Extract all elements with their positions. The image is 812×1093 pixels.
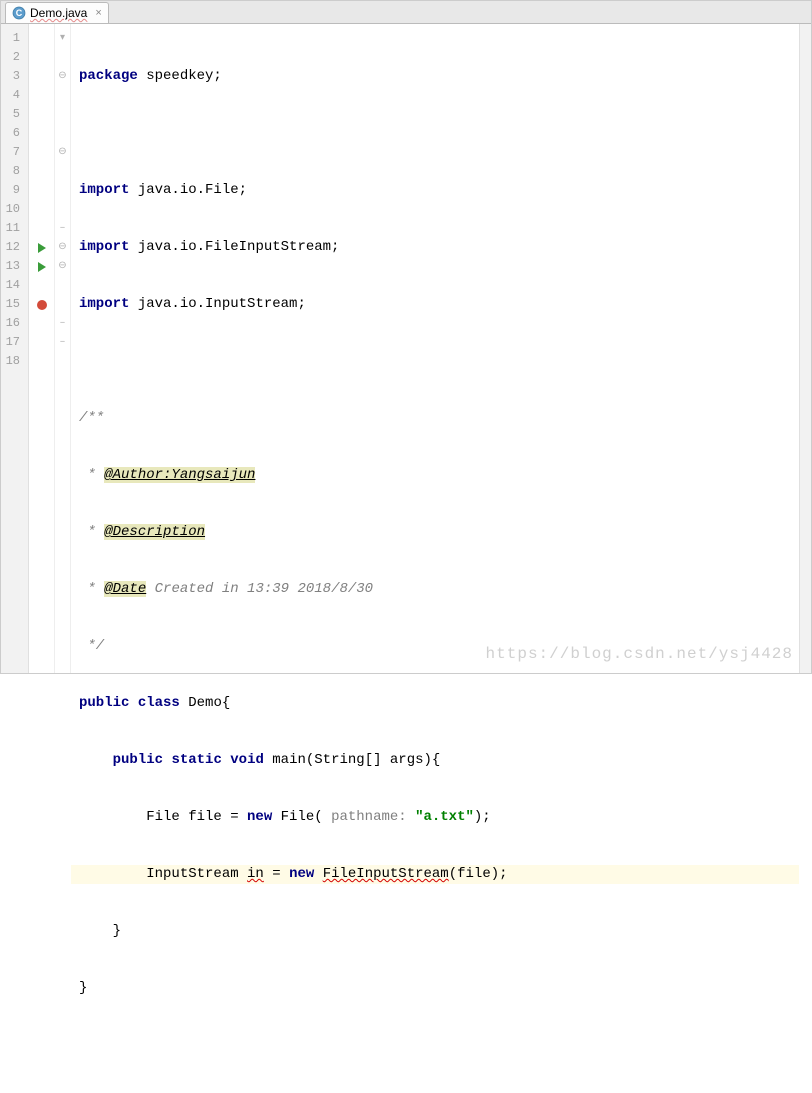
error-bulb-icon[interactable] <box>29 295 54 314</box>
tab-bar: C Demo.java × <box>1 1 811 24</box>
editor[interactable]: 1 2 3 4 5 6 7 8 9 10 11 12 13 14 15 16 1… <box>1 24 811 673</box>
fold-toggle[interactable]: ⊖ <box>55 257 70 276</box>
tab-filename: Demo.java <box>30 6 87 20</box>
icon-gutter <box>29 24 55 673</box>
svg-text:C: C <box>16 8 23 18</box>
fold-end: – <box>55 314 70 333</box>
line-number-gutter: 1 2 3 4 5 6 7 8 9 10 11 12 13 14 15 16 1… <box>1 24 29 673</box>
fold-gutter: ▾ ⊖ ⊖ – ⊖ ⊖ – – <box>55 24 71 673</box>
run-class-icon[interactable] <box>29 238 54 257</box>
error-stripe[interactable] <box>799 24 811 673</box>
file-tab[interactable]: C Demo.java × <box>5 2 109 23</box>
fold-toggle[interactable]: ⊖ <box>55 67 70 86</box>
run-main-icon[interactable] <box>29 257 54 276</box>
watermark: https://blog.csdn.net/ysj4428 <box>486 645 793 663</box>
fold-toggle[interactable]: ⊖ <box>55 143 70 162</box>
code-area[interactable]: package speedkey; import java.io.File; i… <box>71 24 799 673</box>
fold-toggle[interactable]: ⊖ <box>55 238 70 257</box>
class-file-icon: C <box>12 6 26 20</box>
close-icon[interactable]: × <box>95 7 101 19</box>
fold-toggle[interactable]: ▾ <box>55 29 70 48</box>
fold-end: – <box>55 333 70 352</box>
fold-end: – <box>55 219 70 238</box>
